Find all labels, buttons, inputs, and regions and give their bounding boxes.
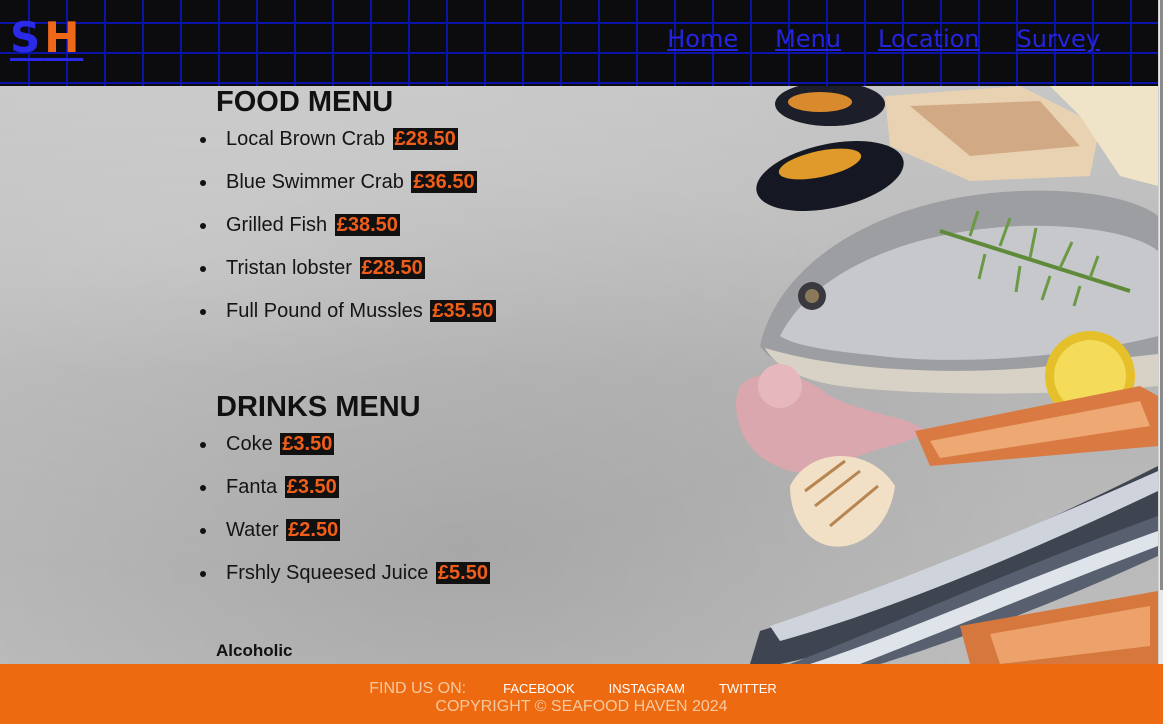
item-price: £2.50 [286,519,341,541]
copyright-text: COPYRIGHT © SEAFOOD HAVEN 2024 [435,698,728,715]
site-footer: FIND US ON: FACEBOOK INSTAGRAM TWITTER C… [0,664,1163,724]
instagram-link[interactable]: INSTAGRAM [609,681,685,696]
logo-letter-s: S [10,13,45,62]
logo-letter-h: H [44,13,84,62]
item-name: Frshly Squeesed Juice [226,562,429,584]
item-price: £38.50 [334,214,400,236]
list-item: Frshly Squeesed Juice £5.50 [198,561,490,604]
item-price: £36.50 [411,171,477,193]
list-item: Tristan lobster £28.50 [198,256,496,299]
drinks-menu-list: Coke £3.50 Fanta £3.50 Water £2.50 Frshl… [198,432,490,604]
item-name: Local Brown Crab [226,128,385,150]
list-item: Local Brown Crab £28.50 [198,127,496,170]
twitter-link[interactable]: TWITTER [719,681,777,696]
find-us-label: FIND US ON: [369,680,467,697]
drinks-menu-title: DRINKS MENU [216,391,421,423]
list-item: Full Pound of Mussles £35.50 [198,299,496,342]
item-price: £28.50 [359,257,425,279]
item-name: Coke [226,433,273,455]
item-name: Tristan lobster [226,257,352,279]
food-menu-title: FOOD MENU [216,86,394,118]
page-scrollbar[interactable] [1158,0,1163,664]
social-row: FIND US ON: FACEBOOK INSTAGRAM TWITTER [0,680,1163,698]
site-logo[interactable]: SH [10,14,83,62]
item-price: £3.50 [280,433,335,455]
list-item: Water £2.50 [198,518,490,561]
site-header: SH Home Menu Location Survey [0,0,1158,86]
item-name: Grilled Fish [226,214,328,236]
alcoholic-subheading: Alcoholic [216,641,293,660]
menu-content: FOOD MENU Local Brown Crab £28.50 Blue S… [0,86,1158,664]
list-item: Blue Swimmer Crab £36.50 [198,170,496,213]
item-name: Fanta [226,476,278,498]
item-price: £28.50 [392,128,458,150]
seafood-image [736,86,1158,664]
nav-link-survey[interactable]: Survey [1017,24,1100,54]
item-name: Water [226,519,279,541]
item-name: Full Pound of Mussles [226,300,423,322]
food-menu-list: Local Brown Crab £28.50 Blue Swimmer Cra… [198,127,496,342]
item-name: Blue Swimmer Crab [226,171,404,193]
nav-link-location[interactable]: Location [878,24,980,54]
item-price: £5.50 [435,562,490,584]
item-price: £35.50 [430,300,496,322]
list-item: Coke £3.50 [198,432,490,475]
list-item: Fanta £3.50 [198,475,490,518]
main-nav: Home Menu Location Survey [667,24,1100,54]
nav-link-home[interactable]: Home [667,24,738,54]
nav-link-menu[interactable]: Menu [775,24,841,54]
item-price: £3.50 [284,476,339,498]
facebook-link[interactable]: FACEBOOK [503,681,575,696]
list-item: Grilled Fish £38.50 [198,213,496,256]
